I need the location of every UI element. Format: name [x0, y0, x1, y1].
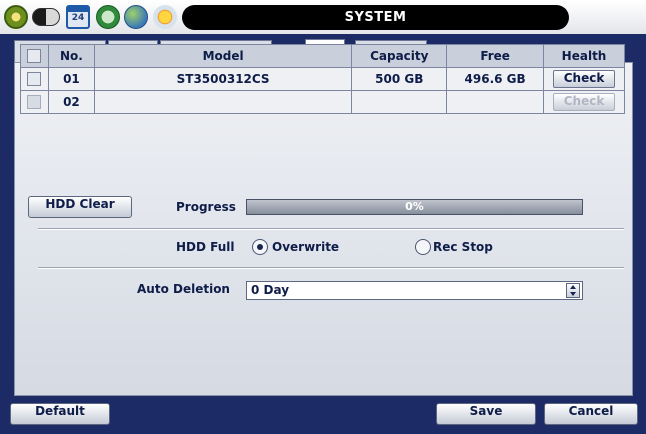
auto-deletion-label: Auto Deletion [137, 282, 230, 296]
window-title: SYSTEM [182, 5, 569, 30]
footer-bar: Default Save Cancel [0, 396, 646, 434]
cell-no: 02 [47, 90, 95, 114]
gear-icon[interactable] [4, 5, 28, 29]
cell-health: Check [543, 67, 625, 91]
cell-capacity [351, 90, 448, 114]
clock-icon[interactable] [96, 5, 120, 29]
default-button[interactable]: Default [10, 403, 110, 425]
row-checkbox [27, 95, 42, 110]
select-all-cell [20, 44, 49, 68]
table-row: 02 Check [20, 90, 625, 114]
row-select-cell [20, 90, 49, 114]
power-icon[interactable] [153, 5, 177, 29]
header-capacity: Capacity [351, 44, 448, 68]
check-button: Check [553, 93, 616, 111]
header-free: Free [446, 44, 545, 68]
row-checkbox[interactable] [27, 72, 42, 87]
top-toolbar: 24 SYSTEM [0, 0, 646, 34]
hdd-full-label: HDD Full [176, 240, 235, 254]
overwrite-radio[interactable] [252, 239, 268, 255]
hdd-clear-button[interactable]: HDD Clear [28, 196, 132, 218]
header-no: No. [47, 44, 95, 68]
save-button[interactable]: Save [436, 403, 536, 425]
cell-model: ST3500312CS [93, 67, 353, 91]
system-window: 24 SYSTEM System Info User Export/Import… [0, 0, 646, 434]
rec-stop-label[interactable]: Rec Stop [433, 240, 493, 254]
cancel-button[interactable]: Cancel [544, 403, 638, 425]
progress-text: 0% [405, 200, 424, 213]
select-all-checkbox[interactable] [27, 49, 42, 64]
check-button[interactable]: Check [553, 70, 616, 88]
divider [38, 267, 624, 269]
table-header-row: No. Model Capacity Free Health [20, 44, 625, 68]
overwrite-label[interactable]: Overwrite [272, 240, 339, 254]
header-health: Health [543, 44, 625, 68]
auto-deletion-select[interactable]: 0 Day [246, 281, 583, 300]
rec-stop-radio[interactable] [415, 239, 431, 255]
header-model: Model [93, 44, 353, 68]
row-select-cell [20, 67, 49, 91]
cell-health: Check [543, 90, 625, 114]
divider [38, 228, 624, 230]
auto-deletion-value: 0 Day [251, 283, 290, 297]
cell-free [446, 90, 545, 114]
radio-selected-dot [257, 244, 263, 250]
globe-icon[interactable] [124, 5, 148, 29]
table-row: 01 ST3500312CS 500 GB 496.6 GB Check [20, 67, 625, 91]
toggle-icon[interactable] [32, 8, 60, 26]
spinner-arrows-icon[interactable] [566, 283, 580, 298]
calendar-icon[interactable]: 24 [66, 5, 90, 29]
cell-free: 496.6 GB [446, 67, 545, 91]
cell-capacity: 500 GB [351, 67, 448, 91]
calendar-day: 24 [71, 13, 85, 23]
cell-model [93, 90, 353, 114]
hdd-table: No. Model Capacity Free Health 01 ST3500… [20, 44, 625, 114]
progress-bar: 0% [246, 199, 583, 215]
cell-no: 01 [47, 67, 95, 91]
progress-label: Progress [176, 200, 236, 214]
